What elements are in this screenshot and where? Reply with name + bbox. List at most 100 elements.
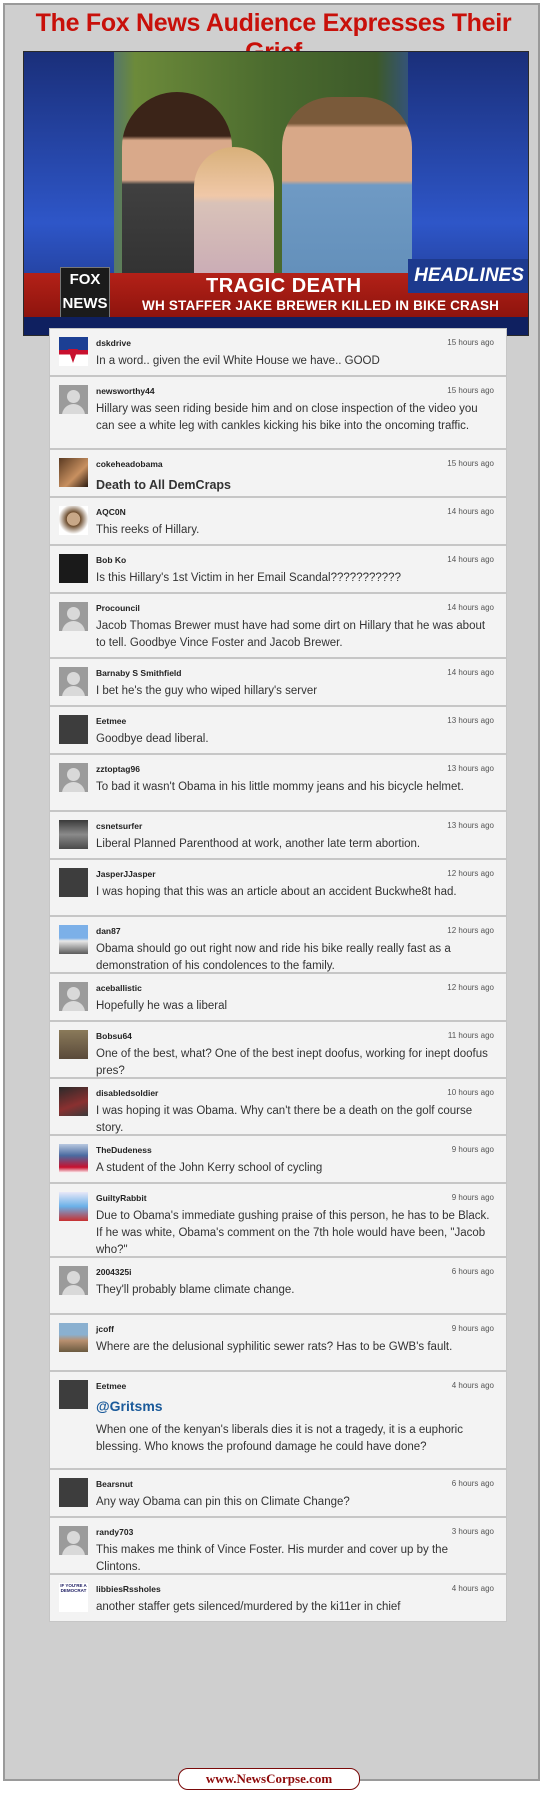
comment-mention[interactable]: @Gritsms: [96, 1398, 163, 1414]
infographic-frame: The Fox News Audience Expresses Their Gr…: [3, 3, 540, 1781]
comment-timestamp: 12 hours ago: [447, 983, 494, 992]
avatar[interactable]: [59, 763, 88, 792]
comment-timestamp: 14 hours ago: [447, 507, 494, 516]
comment-username[interactable]: Eetmee: [96, 716, 126, 726]
comment-timestamp: 14 hours ago: [447, 555, 494, 564]
avatar[interactable]: [59, 1526, 88, 1555]
avatar[interactable]: [59, 458, 88, 487]
comment-item: aceballistic 12 hours ago Hopefully he was…: [49, 973, 507, 1021]
comment-username[interactable]: Bob Ko: [96, 555, 126, 565]
comment-item: cokeheadobama 15 hours ago Death to All De…: [49, 449, 507, 497]
comment-username[interactable]: jcoff: [96, 1324, 114, 1334]
comment-timestamp: 9 hours ago: [451, 1145, 494, 1154]
comment-timestamp: 9 hours ago: [451, 1324, 494, 1333]
news-video-still: FOX NEWS TRAGIC DEATH WH STAFFER JAKE BR…: [23, 51, 529, 336]
comment-item: Bob Ko 14 hours ago Is this Hillary's 1st …: [49, 545, 507, 593]
comment-text: In a word.. given the evil White House w…: [96, 355, 380, 367]
comment-text: Is this Hillary's 1st Victim in her Emai…: [96, 572, 401, 584]
comment-timestamp: 12 hours ago: [447, 926, 494, 935]
comment-item: csnetsurfer 13 hours ago Liberal Planned P…: [49, 811, 507, 859]
avatar[interactable]: [59, 506, 88, 535]
comment-timestamp: 12 hours ago: [447, 869, 494, 878]
comment-item: GuiltyRabbit 9 hours ago Due to Obama's im…: [49, 1183, 507, 1257]
comment-username[interactable]: JasperJJasper: [96, 869, 156, 879]
comment-username[interactable]: disabledsoldier: [96, 1088, 158, 1098]
comment-username[interactable]: randy703: [96, 1527, 133, 1537]
comment-text: another staffer gets silenced/murdered b…: [96, 1601, 401, 1613]
avatar[interactable]: [59, 1087, 88, 1116]
comment-timestamp: 4 hours ago: [451, 1584, 494, 1593]
avatar[interactable]: [59, 1323, 88, 1352]
avatar[interactable]: [59, 715, 88, 744]
comment-username[interactable]: libbiesRssholes: [96, 1584, 161, 1594]
comment-item: Procouncil 14 hours ago Jacob Thomas Brewe…: [49, 593, 507, 658]
comment-username[interactable]: Eetmee: [96, 1381, 126, 1391]
comment-timestamp: 14 hours ago: [447, 668, 494, 677]
avatar[interactable]: [59, 1030, 88, 1059]
avatar[interactable]: [59, 1266, 88, 1295]
comment-text: This makes me think of Vince Foster. His…: [96, 1544, 448, 1573]
avatar[interactable]: [59, 1380, 88, 1409]
comment-username[interactable]: TheDudeness: [96, 1145, 152, 1155]
comment-item: Eetmee 4 hours ago @Gritsms When one of the…: [49, 1371, 507, 1469]
comment-timestamp: 15 hours ago: [447, 338, 494, 347]
comment-item: Bobsu64 11 hours ago One of the best, what…: [49, 1021, 507, 1078]
source-link[interactable]: www.NewsCorpse.com: [178, 1768, 360, 1790]
avatar[interactable]: [59, 1144, 88, 1173]
avatar[interactable]: IF YOU'RE A DEMOCRAT: [59, 1583, 88, 1612]
avatar[interactable]: [59, 1192, 88, 1221]
comment-username[interactable]: 2004325i: [96, 1267, 131, 1277]
comment-timestamp: 6 hours ago: [451, 1267, 494, 1276]
comment-timestamp: 13 hours ago: [447, 821, 494, 830]
comment-username[interactable]: Barnaby S Smithfield: [96, 668, 182, 678]
avatar[interactable]: [59, 554, 88, 583]
comment-item: JasperJJasper 12 hours ago I was hoping th…: [49, 859, 507, 916]
comment-text: One of the best, what? One of the best i…: [96, 1048, 488, 1077]
comment-timestamp: 9 hours ago: [451, 1193, 494, 1202]
comment-timestamp: 15 hours ago: [447, 386, 494, 395]
comment-list: dskdrive 15 hours ago In a word.. given th…: [49, 328, 507, 1622]
comment-username[interactable]: zztoptag96: [96, 764, 140, 774]
comment-item: dskdrive 15 hours ago In a word.. given th…: [49, 328, 507, 376]
avatar[interactable]: [59, 385, 88, 414]
comment-item: TheDudeness 9 hours ago A student of the J…: [49, 1135, 507, 1183]
avatar[interactable]: [59, 820, 88, 849]
comment-username[interactable]: newsworthy44: [96, 386, 155, 396]
comment-text: To bad it wasn't Obama in his little mom…: [96, 781, 464, 793]
comment-text: This reeks of Hillary.: [96, 524, 200, 536]
comment-username[interactable]: aceballistic: [96, 983, 142, 993]
avatar[interactable]: [59, 667, 88, 696]
comment-text: Where are the delusional syphilitic sewe…: [96, 1341, 453, 1353]
comment-item: disabledsoldier 10 hours ago I was hoping …: [49, 1078, 507, 1135]
comment-text: I was hoping that this was an article ab…: [96, 886, 457, 898]
comment-username[interactable]: Procouncil: [96, 603, 140, 613]
comment-item: 2004325i 6 hours ago They'll probably blam…: [49, 1257, 507, 1314]
comment-item: randy703 3 hours ago This makes me think o…: [49, 1517, 507, 1574]
comment-username[interactable]: AQC0N: [96, 507, 126, 517]
avatar[interactable]: [59, 1478, 88, 1507]
comment-text: I was hoping it was Obama. Why can't the…: [96, 1105, 473, 1134]
avatar[interactable]: [59, 982, 88, 1011]
comment-timestamp: 15 hours ago: [447, 459, 494, 468]
avatar[interactable]: [59, 925, 88, 954]
comment-username[interactable]: Bobsu64: [96, 1031, 132, 1041]
comment-text: Hopefully he was a liberal: [96, 1000, 228, 1012]
comment-text: Death to All DemCraps: [96, 478, 231, 492]
avatar[interactable]: [59, 868, 88, 897]
comment-timestamp: 10 hours ago: [447, 1088, 494, 1097]
segment-badge: HEADLINES: [408, 259, 528, 293]
comment-username[interactable]: dan87: [96, 926, 121, 936]
avatar[interactable]: [59, 602, 88, 631]
comment-text: They'll probably blame climate change.: [96, 1284, 295, 1296]
avatar[interactable]: [59, 337, 88, 366]
comment-username[interactable]: csnetsurfer: [96, 821, 142, 831]
comment-text: Goodbye dead liberal.: [96, 733, 209, 745]
comment-item: Eetmee 13 hours ago Goodbye dead liberal.: [49, 706, 507, 754]
comment-timestamp: 13 hours ago: [447, 716, 494, 725]
comment-username[interactable]: Bearsnut: [96, 1479, 133, 1489]
comment-text: Due to Obama's immediate gushing praise …: [96, 1210, 490, 1256]
comment-username[interactable]: cokeheadobama: [96, 459, 163, 469]
comment-username[interactable]: GuiltyRabbit: [96, 1193, 147, 1203]
comment-timestamp: 13 hours ago: [447, 764, 494, 773]
comment-username[interactable]: dskdrive: [96, 338, 131, 348]
